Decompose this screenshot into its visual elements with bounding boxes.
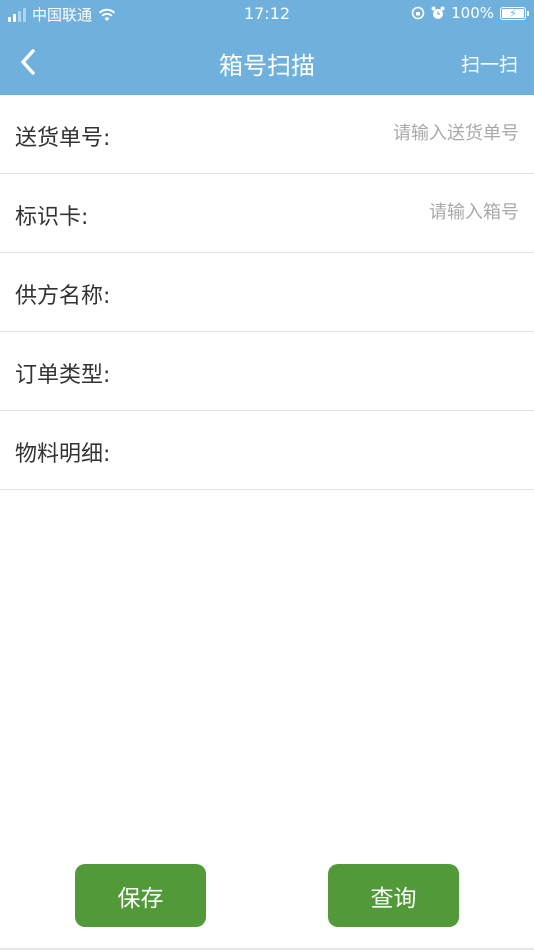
battery-icon: ⚡ [500, 6, 529, 20]
charging-bolt-icon: ⚡ [509, 6, 517, 20]
header-background: 中国联通 17:12 100% ⚡ 箱号扫描 扫一扫 [0, 0, 534, 95]
delivery-number-input[interactable] [219, 117, 519, 149]
form-row-supplier-name: 供方名称: [0, 253, 534, 332]
box-number-input[interactable] [219, 196, 519, 228]
delivery-number-label: 送货单号: [15, 126, 111, 151]
form-row-id-card: 标识卡: [0, 174, 534, 253]
material-details-label: 物料明细: [15, 442, 111, 467]
form-row-delivery-number: 送货单号: [0, 95, 534, 174]
status-right: 100% ⚡ [411, 4, 529, 22]
order-type-label: 订单类型: [15, 363, 111, 388]
page-title: 箱号扫描 [219, 52, 315, 80]
scan-button[interactable]: 扫一扫 [461, 50, 518, 77]
form-row-order-type: 订单类型: [0, 332, 534, 411]
status-bar: 中国联通 17:12 100% ⚡ [0, 0, 534, 28]
form: 送货单号: 标识卡: 供方名称: 订单类型: 物料明细: [0, 95, 534, 490]
alarm-icon [431, 6, 445, 19]
form-row-material-details: 物料明细: [0, 411, 534, 490]
query-button[interactable]: 查询 [328, 864, 459, 927]
nav-bar: 箱号扫描 扫一扫 [0, 28, 534, 95]
supplier-name-label: 供方名称: [15, 284, 111, 309]
id-card-label: 标识卡: [15, 205, 89, 230]
save-button[interactable]: 保存 [75, 864, 206, 927]
rotation-lock-icon [411, 6, 425, 20]
battery-percent: 100% [451, 4, 494, 22]
